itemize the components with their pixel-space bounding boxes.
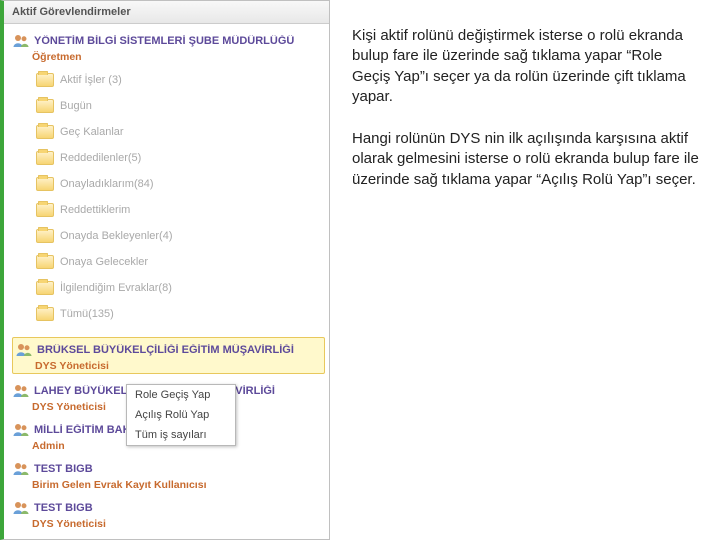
- folder-label: Geç Kalanlar: [60, 126, 124, 138]
- folder-label: Onayladıklarım(84): [60, 178, 154, 190]
- folder-item[interactable]: İlgilendiğim Evraklar(8): [36, 275, 325, 301]
- context-menu[interactable]: Role Geçiş YapAçılış Rolü YapTüm iş sayı…: [126, 384, 236, 446]
- panel-body[interactable]: YÖNETİM BİLGİ SİSTEMLERİ ŞUBE MÜDÜRLÜĞÜ Ö…: [4, 24, 329, 538]
- role-head[interactable]: YÖNETİM BİLGİ SİSTEMLERİ ŞUBE MÜDÜRLÜĞÜ: [12, 30, 325, 50]
- role-subtitle: Öğretmen: [32, 51, 325, 63]
- users-icon: [15, 341, 33, 359]
- folder-icon: [36, 73, 54, 87]
- users-icon: [12, 382, 30, 400]
- users-icon: [12, 32, 30, 50]
- folder-icon: [36, 229, 54, 243]
- folder-icon: [36, 125, 54, 139]
- instruction-p2: Hangi rolünün DYS nin ilk açılışında kar…: [352, 129, 702, 190]
- role-title: TEST BIGB: [34, 463, 93, 475]
- context-menu-item[interactable]: Role Geçiş Yap: [127, 385, 235, 405]
- folder-icon: [36, 307, 54, 321]
- folder-label: Reddettiklerim: [60, 204, 130, 216]
- role-title: BRÜKSEL BÜYÜKELÇİLİĞİ EĞİTİM MÜŞAVİRLİĞİ: [37, 344, 294, 356]
- role-head[interactable]: BRÜKSEL BÜYÜKELÇİLİĞİ EĞİTİM MÜŞAVİRLİĞİ: [15, 339, 322, 359]
- context-menu-item[interactable]: Açılış Rolü Yap: [127, 405, 235, 425]
- role-subtitle: DYS Yöneticisi: [35, 360, 322, 372]
- folder-item[interactable]: Onaya Gelecekler: [36, 249, 325, 275]
- role-block[interactable]: TEST BIGB Birim Gelen Evrak Kayıt Kullanı…: [12, 458, 325, 491]
- context-menu-item[interactable]: Tüm iş sayıları: [127, 425, 235, 445]
- folder-label: Reddedilenler(5): [60, 152, 141, 164]
- users-icon: [12, 460, 30, 478]
- role-block[interactable]: BRÜKSEL BÜYÜKELÇİLİĞİ EĞİTİM MÜŞAVİRLİĞİ…: [12, 337, 325, 374]
- folder-icon: [36, 177, 54, 191]
- folder-item[interactable]: Onayladıklarım(84): [36, 171, 325, 197]
- folder-label: Onayda Bekleyenler(4): [60, 230, 173, 242]
- role-title: YÖNETİM BİLGİ SİSTEMLERİ ŞUBE MÜDÜRLÜĞÜ: [34, 35, 294, 47]
- role-head[interactable]: TEST BIGB: [12, 497, 325, 517]
- folder-item[interactable]: Aktif İşler (3): [36, 67, 325, 93]
- folder-label: Bugün: [60, 100, 92, 112]
- folder-item[interactable]: Reddettiklerim: [36, 197, 325, 223]
- role-block[interactable]: YÖNETİM BİLGİ SİSTEMLERİ ŞUBE MÜDÜRLÜĞÜ Ö…: [12, 30, 325, 327]
- folder-item[interactable]: Tümü(135): [36, 301, 325, 327]
- folder-list: Aktif İşler (3) Bugün Geç Kalanlar Reddedil…: [36, 67, 325, 327]
- users-icon: [12, 421, 30, 439]
- folder-icon: [36, 203, 54, 217]
- instruction-p1: Kişi aktif rolünü değiştirmek isterse o …: [352, 26, 702, 107]
- folder-item[interactable]: Bugün: [36, 93, 325, 119]
- folder-item[interactable]: Onayda Bekleyenler(4): [36, 223, 325, 249]
- folder-icon: [36, 99, 54, 113]
- folder-item[interactable]: Reddedilenler(5): [36, 145, 325, 171]
- folder-icon: [36, 255, 54, 269]
- role-head[interactable]: TEST BIGB: [12, 458, 325, 478]
- folder-item[interactable]: Geç Kalanlar: [36, 119, 325, 145]
- active-assignments-panel: Aktif Görevlendirmeler YÖNETİM BİLGİ SİS…: [0, 0, 330, 540]
- users-icon: [12, 499, 30, 517]
- role-subtitle: Birim Gelen Evrak Kayıt Kullanıcısı: [32, 479, 325, 491]
- folder-icon: [36, 281, 54, 295]
- folder-label: Tümü(135): [60, 308, 114, 320]
- role-block[interactable]: TEST BIGB DYS Yöneticisi: [12, 497, 325, 530]
- folder-label: İlgilendiğim Evraklar(8): [60, 282, 172, 294]
- instruction-text: Kişi aktif rolünü değiştirmek isterse o …: [330, 0, 720, 540]
- role-title: TEST BIGB: [34, 502, 93, 514]
- folder-icon: [36, 151, 54, 165]
- folder-label: Onaya Gelecekler: [60, 256, 148, 268]
- folder-label: Aktif İşler (3): [60, 74, 122, 86]
- role-subtitle: DYS Yöneticisi: [32, 518, 325, 530]
- panel-title: Aktif Görevlendirmeler: [4, 1, 329, 24]
